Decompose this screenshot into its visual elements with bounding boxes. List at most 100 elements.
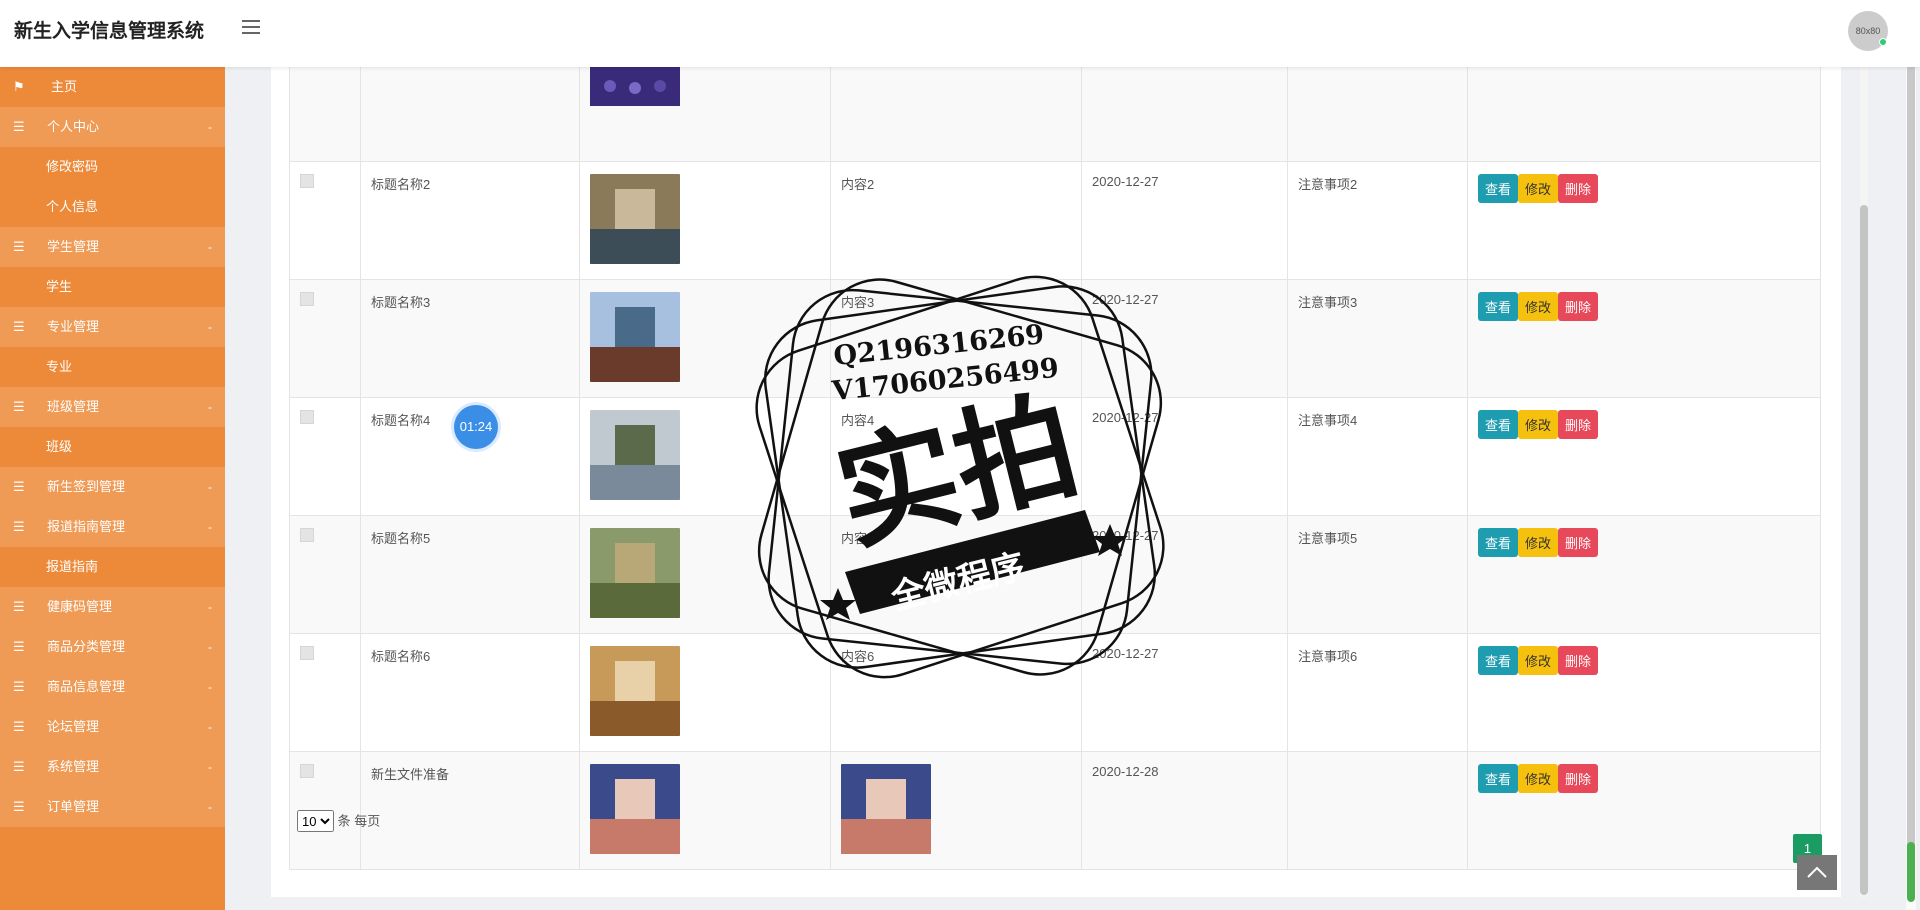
collapse-icon: - (208, 640, 212, 654)
sidebar-item-1[interactable]: ☰ - 个人中心 (0, 107, 225, 147)
sidebar-item-label: 班级管理 (47, 399, 100, 414)
sidebar-item-8[interactable]: ☰ - 班级管理 (0, 387, 225, 427)
edit-button[interactable]: 修改 (1518, 528, 1559, 557)
sidebar-item-18[interactable]: ☰ - 订单管理 (0, 787, 225, 827)
row-checkbox[interactable] (300, 410, 314, 424)
collapse-icon: - (208, 800, 212, 814)
row-checkbox[interactable] (300, 646, 314, 660)
sidebar-item-9[interactable]: 班级 (0, 427, 225, 467)
view-button[interactable]: 查看 (1478, 528, 1519, 557)
delete-button[interactable]: 删除 (1558, 410, 1599, 439)
sidebar-item-label: 新生签到管理 (47, 479, 126, 494)
table-row-partial (289, 55, 1821, 162)
title-text: 标题名称2 (371, 177, 431, 192)
edit-button[interactable]: 修改 (1518, 174, 1559, 203)
list-icon: ☰ (13, 759, 25, 774)
notes-text: 注意事项3 (1298, 295, 1358, 310)
sidebar-item-label: 个人中心 (47, 119, 100, 134)
sidebar-item-10[interactable]: ☰ - 新生签到管理 (0, 467, 225, 507)
row-image (590, 410, 680, 500)
sidebar-item-13[interactable]: ☰ - 健康码管理 (0, 587, 225, 627)
delete-button[interactable]: 删除 (1558, 528, 1599, 557)
title-text: 新生文件准备 (371, 767, 450, 782)
edit-button[interactable]: 修改 (1518, 410, 1559, 439)
list-icon: ☰ (13, 679, 25, 694)
row-image (590, 528, 680, 618)
title-text: 标题名称4 (371, 413, 431, 428)
sidebar-item-15[interactable]: ☰ - 商品信息管理 (0, 667, 225, 707)
view-button[interactable]: 查看 (1478, 764, 1519, 793)
collapse-icon: - (208, 240, 212, 254)
sidebar-item-label: 个人信息 (46, 199, 99, 214)
edit-button[interactable]: 修改 (1518, 764, 1559, 793)
top-header: 新生入学信息管理系统 80x80 (0, 0, 1920, 67)
table-scrollbar-thumb[interactable] (1860, 205, 1868, 895)
back-to-top-button[interactable] (1797, 855, 1837, 890)
sidebar-item-3[interactable]: 个人信息 (0, 187, 225, 227)
sidebar-item-label: 报道指南管理 (47, 519, 126, 534)
sidebar-item-7[interactable]: 专业 (0, 347, 225, 387)
edit-button[interactable]: 修改 (1518, 292, 1559, 321)
delete-button[interactable]: 删除 (1558, 646, 1599, 675)
notes-text: 注意事项6 (1298, 649, 1358, 664)
list-icon: ☰ (13, 799, 25, 814)
list-icon: ☰ (13, 599, 25, 614)
sidebar-item-label: 主页 (51, 79, 78, 94)
collapse-icon: - (208, 680, 212, 694)
list-icon: ☰ (13, 719, 25, 734)
sidebar-item-label: 商品分类管理 (47, 639, 126, 654)
online-status-dot (1879, 38, 1887, 46)
view-button[interactable]: 查看 (1478, 292, 1519, 321)
view-button[interactable]: 查看 (1478, 410, 1519, 439)
view-button[interactable]: 查看 (1478, 174, 1519, 203)
date-text: 2020-12-28 (1092, 764, 1159, 779)
sidebar-item-16[interactable]: ☰ - 论坛管理 (0, 707, 225, 747)
content-text: 内容2 (841, 177, 875, 192)
title-text: 标题名称6 (371, 649, 431, 664)
sidebar-item-11[interactable]: ☰ - 报道指南管理 (0, 507, 225, 547)
delete-button[interactable]: 删除 (1558, 292, 1599, 321)
edit-button[interactable]: 修改 (1518, 646, 1559, 675)
sidebar-item-0[interactable]: ⚑ 主页 (0, 67, 225, 107)
timer-badge: 01:24 (454, 405, 498, 449)
sidebar-item-12[interactable]: 报道指南 (0, 547, 225, 587)
image-cell (579, 751, 831, 870)
sidebar-item-label: 专业管理 (47, 319, 100, 334)
sidebar-item-label: 学生管理 (47, 239, 100, 254)
delete-button[interactable]: 删除 (1558, 764, 1599, 793)
image-cell (579, 55, 831, 162)
row-image (841, 764, 931, 854)
list-icon: ☰ (13, 399, 25, 414)
sidebar-item-label: 报道指南 (46, 559, 99, 574)
page-scrollbar-thumb[interactable] (1907, 60, 1915, 900)
chevron-up-icon (1807, 866, 1827, 878)
page-size-select[interactable]: 10 (297, 810, 334, 832)
sidebar-item-6[interactable]: ☰ - 专业管理 (0, 307, 225, 347)
pagination-bar: 10 条 每页 (297, 810, 380, 832)
title-text: 标题名称3 (371, 295, 431, 310)
sidebar-item-17[interactable]: ☰ - 系统管理 (0, 747, 225, 787)
notes-text: 注意事项4 (1298, 413, 1358, 428)
row-checkbox[interactable] (300, 174, 314, 188)
date-text: 2020-12-27 (1092, 174, 1159, 189)
delete-button[interactable]: 删除 (1558, 174, 1599, 203)
list-icon: ☰ (13, 119, 25, 134)
sidebar-item-5[interactable]: 学生 (0, 267, 225, 307)
sidebar-item-2[interactable]: 修改密码 (0, 147, 225, 187)
sidebar-item-label: 专业 (46, 359, 73, 374)
collapse-icon: - (208, 320, 212, 334)
row-checkbox[interactable] (300, 528, 314, 542)
sidebar-item-14[interactable]: ☰ - 商品分类管理 (0, 627, 225, 667)
row-checkbox[interactable] (300, 764, 314, 778)
app-title: 新生入学信息管理系统 (14, 21, 205, 42)
row-checkbox[interactable] (300, 292, 314, 306)
view-button[interactable]: 查看 (1478, 646, 1519, 675)
menu-toggle-icon[interactable] (242, 20, 260, 34)
table-row: 新生文件准备 2020-12-28 查看 修改 删除 (289, 751, 1821, 870)
sidebar-item-label: 学生 (46, 279, 73, 294)
sidebar-item-label: 班级 (46, 439, 73, 454)
row-image (590, 764, 680, 854)
sidebar-item-4[interactable]: ☰ - 学生管理 (0, 227, 225, 267)
list-icon: ☰ (13, 239, 25, 254)
collapse-icon: - (208, 120, 212, 134)
